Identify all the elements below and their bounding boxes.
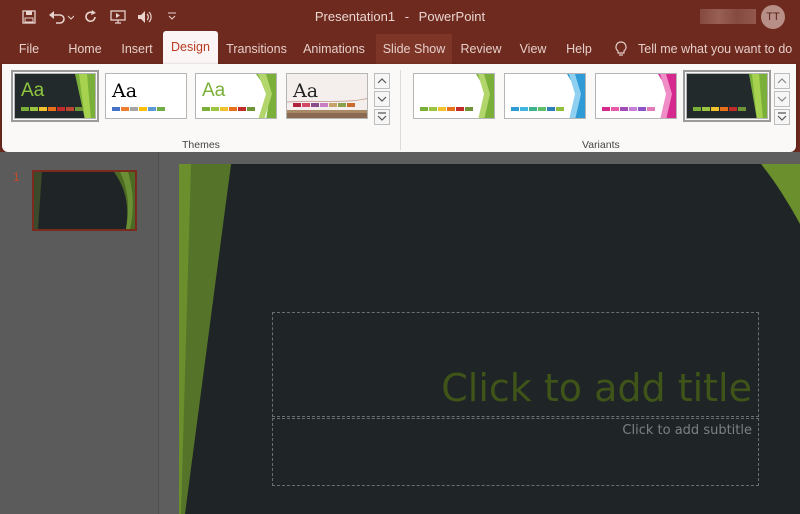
- group-divider: [400, 70, 401, 150]
- tab-transitions[interactable]: Transitions: [223, 34, 290, 64]
- slides-pane: 1: [0, 152, 159, 514]
- variants-more-button[interactable]: [774, 109, 790, 125]
- variant-thumb-1[interactable]: [413, 73, 495, 119]
- themes-scroll-up-button[interactable]: [374, 73, 390, 89]
- lightbulb-icon: [615, 41, 627, 56]
- slide-thumbnail[interactable]: [32, 170, 137, 231]
- variant-color-swatches: [511, 107, 564, 111]
- theme-sample-text: Aa: [293, 80, 319, 102]
- subtitle-placeholder-text: Click to add subtitle: [622, 423, 752, 438]
- theme-sample-text: Aa: [21, 80, 45, 101]
- variant-color-swatches: [420, 107, 473, 111]
- slide-number: 1: [13, 170, 20, 184]
- editing-area: 1 Click to add title Click to add subtit…: [0, 152, 800, 514]
- theme-sample-text: Aa: [202, 80, 226, 101]
- tab-insert[interactable]: Insert: [116, 34, 158, 64]
- themes-group-label: Themes: [182, 139, 220, 151]
- variant-thumb-3[interactable]: [595, 73, 677, 119]
- title-separator: -: [404, 9, 410, 24]
- tab-home[interactable]: Home: [62, 34, 108, 64]
- tab-help[interactable]: Help: [560, 34, 598, 64]
- tab-animations[interactable]: Animations: [298, 34, 370, 64]
- variants-scroll-up-button[interactable]: [774, 73, 790, 89]
- themes-scroll-down-button[interactable]: [374, 91, 390, 107]
- theme-thumb-2[interactable]: Aa: [105, 73, 187, 119]
- document-title: Presentation1: [314, 9, 396, 24]
- variant-thumb-4[interactable]: [683, 70, 771, 122]
- user-name-redacted: [700, 9, 756, 24]
- theme-color-swatches: [21, 107, 83, 111]
- theme-sample-text: Aa: [112, 80, 138, 102]
- user-avatar[interactable]: TT: [761, 5, 785, 29]
- variant-color-swatches: [693, 107, 746, 111]
- slide-canvas[interactable]: Click to add title Click to add subtitle: [179, 164, 800, 514]
- theme-color-swatches: [202, 107, 255, 111]
- title-bar: Presentation1 - PowerPoint TT: [0, 0, 800, 34]
- theme-color-swatches: [112, 107, 165, 111]
- themes-more-button[interactable]: [374, 109, 390, 125]
- variant-color-swatches: [602, 107, 655, 111]
- tab-file[interactable]: File: [10, 34, 48, 64]
- subtitle-placeholder[interactable]: Click to add subtitle: [272, 418, 759, 486]
- theme-thumb-4[interactable]: Aa: [286, 73, 368, 119]
- tell-me-label: Tell me what you want to do: [638, 42, 793, 56]
- tab-view[interactable]: View: [513, 34, 553, 64]
- variants-scroll-down-button[interactable]: [774, 91, 790, 107]
- theme-color-swatches: [293, 103, 355, 107]
- app-name: PowerPoint: [418, 9, 486, 24]
- title-placeholder[interactable]: Click to add title: [272, 312, 759, 417]
- window-title: Presentation1 - PowerPoint: [0, 9, 800, 24]
- theme-thumb-1[interactable]: Aa: [11, 70, 99, 122]
- tab-review[interactable]: Review: [456, 34, 506, 64]
- tab-slide-show[interactable]: Slide Show: [376, 34, 452, 64]
- variant-thumb-2[interactable]: [504, 73, 586, 119]
- tab-design[interactable]: Design: [163, 31, 218, 64]
- design-ribbon: Aa Aa Aa Aa Themes Variants: [2, 64, 796, 152]
- tell-me-box[interactable]: Tell me what you want to do: [614, 34, 792, 64]
- variants-group-label: Variants: [582, 139, 620, 151]
- title-placeholder-text: Click to add title: [441, 366, 752, 410]
- theme-thumb-3[interactable]: Aa: [195, 73, 277, 119]
